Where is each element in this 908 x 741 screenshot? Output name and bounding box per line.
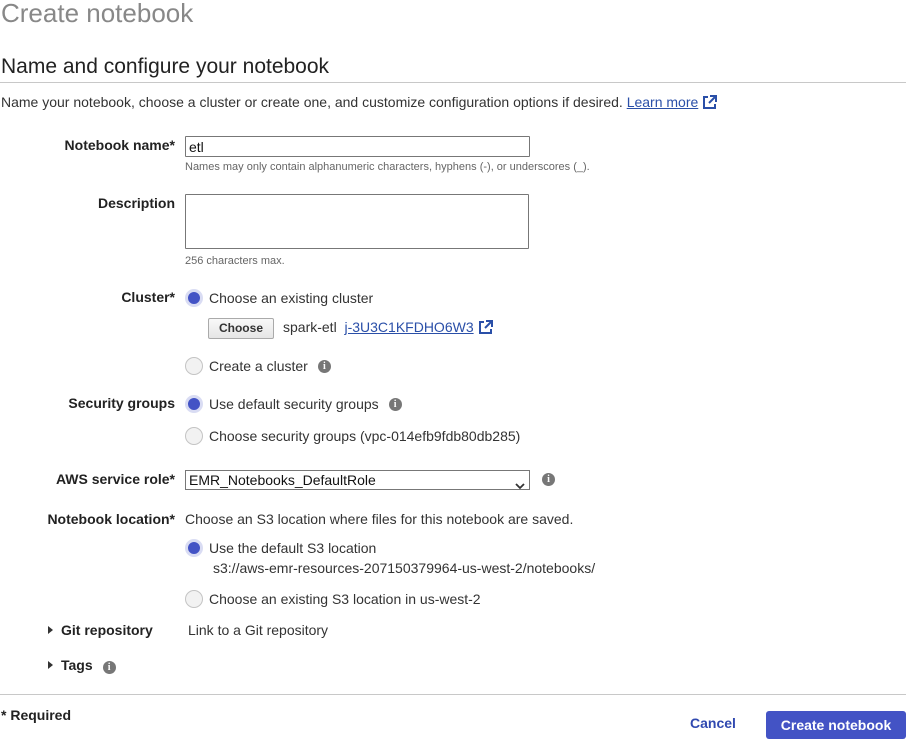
location-default-radio[interactable]	[185, 539, 203, 557]
security-default-radio[interactable]	[185, 395, 203, 413]
service-role-label: AWS service role*	[55, 471, 175, 487]
page-title: Create notebook	[1, 0, 194, 28]
section-intro: Name your notebook, choose a cluster or …	[1, 94, 718, 113]
location-description: Choose an S3 location where files for th…	[185, 511, 574, 527]
location-option-existing[interactable]: Choose an existing S3 location in us-wes…	[185, 590, 481, 608]
service-role-select[interactable]: EMR_Notebooks_DefaultRole	[185, 470, 530, 490]
location-default-label: Use the default S3 location	[209, 540, 377, 556]
chevron-down-icon	[515, 477, 525, 493]
footer-divider	[0, 694, 906, 695]
description-hint: 256 characters max.	[185, 255, 285, 267]
create-notebook-button[interactable]: Create notebook	[766, 711, 906, 739]
cluster-create-radio[interactable]	[185, 357, 203, 375]
git-repository-link[interactable]: Link to a Git repository	[188, 622, 328, 638]
cluster-label: Cluster*	[121, 289, 175, 305]
security-choose-radio[interactable]	[185, 427, 203, 445]
caret-right-icon	[48, 661, 53, 669]
notebook-name-input[interactable]	[185, 136, 530, 157]
default-s3-path: s3://aws-emr-resources-207150379964-us-w…	[213, 560, 596, 576]
security-choose-label: Choose security groups (vpc-014efb9fdb80…	[209, 428, 521, 444]
cluster-create-label: Create a cluster	[209, 358, 308, 374]
info-icon[interactable]: i	[388, 397, 402, 411]
cancel-button[interactable]: Cancel	[690, 715, 736, 731]
security-default-label: Use default security groups	[209, 396, 379, 412]
git-repository-label: Git repository	[61, 622, 153, 638]
security-option-choose[interactable]: Choose security groups (vpc-014efb9fdb80…	[185, 427, 520, 445]
info-icon[interactable]: i	[317, 359, 331, 373]
external-link-icon[interactable]	[702, 95, 718, 113]
info-icon[interactable]: i	[102, 661, 116, 674]
cluster-name: spark-etl	[283, 319, 337, 335]
notebook-name-label: Notebook name*	[64, 137, 175, 153]
choose-cluster-button[interactable]: Choose	[208, 318, 274, 339]
service-role-value: EMR_Notebooks_DefaultRole	[189, 472, 376, 488]
selected-cluster: spark-etl j-3U3C1KFDHO6W3	[283, 319, 493, 338]
description-textarea[interactable]	[185, 194, 529, 249]
section-title: Name and configure your notebook	[1, 55, 330, 78]
cluster-option-existing[interactable]: Choose an existing cluster	[185, 289, 373, 307]
security-groups-label: Security groups	[68, 395, 175, 411]
caret-right-icon	[48, 626, 53, 634]
location-option-default[interactable]: Use the default S3 location	[185, 539, 376, 557]
cluster-existing-radio[interactable]	[185, 289, 203, 307]
cluster-existing-label: Choose an existing cluster	[209, 290, 374, 306]
section-divider	[0, 82, 906, 83]
tags-expander[interactable]: Tags i	[48, 657, 116, 674]
tags-label: Tags	[61, 657, 93, 673]
info-icon[interactable]: i	[542, 473, 555, 486]
notebook-location-label: Notebook location*	[47, 511, 175, 527]
security-option-default[interactable]: Use default security groups i	[185, 395, 402, 413]
description-label: Description	[97, 195, 175, 211]
git-repository-expander[interactable]: Git repository	[48, 622, 153, 638]
external-link-icon[interactable]	[478, 320, 493, 338]
required-note: * Required	[1, 707, 72, 723]
learn-more-link[interactable]: Learn more	[627, 94, 699, 110]
cluster-id-link[interactable]: j-3U3C1KFDHO6W3	[344, 319, 473, 335]
cluster-option-create[interactable]: Create a cluster i	[185, 357, 331, 375]
location-existing-label: Choose an existing S3 location in us-wes…	[209, 591, 481, 607]
notebook-name-hint: Names may only contain alphanumeric char…	[185, 161, 590, 173]
location-existing-radio[interactable]	[185, 590, 203, 608]
intro-text: Name your notebook, choose a cluster or …	[1, 94, 623, 110]
